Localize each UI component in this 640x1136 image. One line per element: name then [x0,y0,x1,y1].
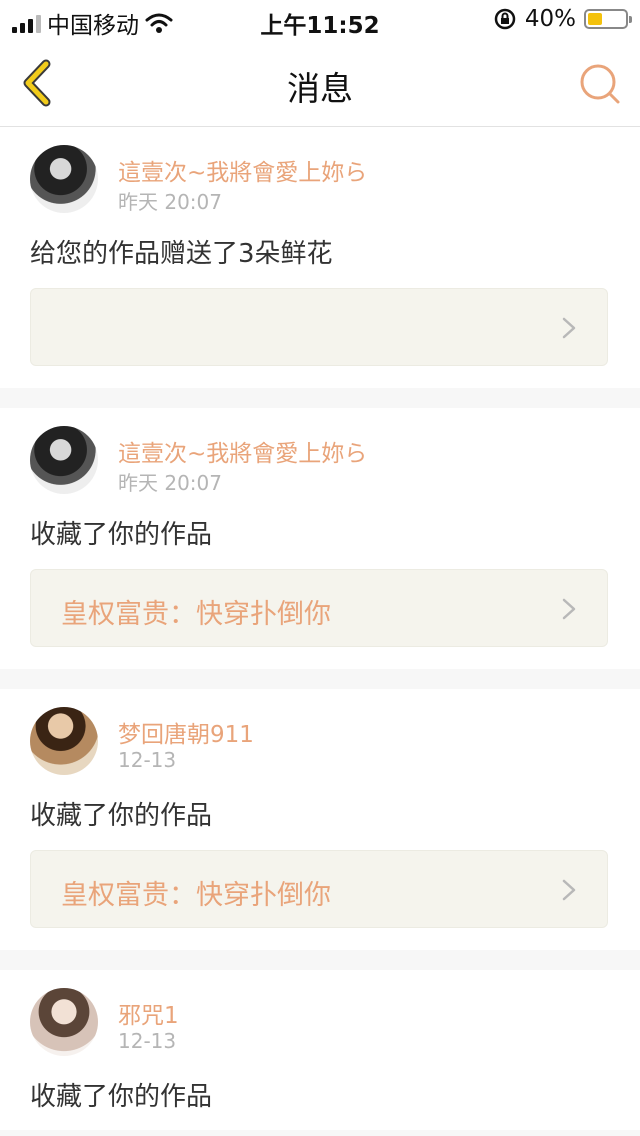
avatar[interactable] [30,426,98,494]
avatar[interactable] [30,988,98,1056]
timestamp: 12-13 [118,1029,177,1053]
battery-icon [584,9,632,29]
username[interactable]: 邪咒1 [118,996,179,1030]
timestamp: 昨天 20:07 [118,471,222,495]
action-text: 收藏了你的作品 [30,801,213,831]
work-link[interactable] [30,288,608,366]
action-text: 收藏了你的作品 [30,520,213,550]
work-title: 皇权富贵：快穿扑倒你 [61,599,331,630]
navigation-bar: 消息 [0,40,640,127]
status-right: 40% [493,6,632,32]
avatar[interactable] [30,707,98,775]
battery-fill [588,13,603,25]
chevron-right-icon [562,598,576,620]
action-text: 给您的作品赠送了3朵鲜花 [30,239,333,269]
timestamp: 12-13 [118,748,177,772]
message-item: 梦回唐朝911 12-13 收藏了你的作品 皇权富贵：快穿扑倒你 [0,689,640,950]
avatar[interactable] [30,145,98,213]
work-link[interactable]: 皇权富贵：快穿扑倒你 [30,850,608,928]
message-item: 邪咒1 12-13 收藏了你的作品 [0,970,640,1130]
username[interactable]: 這壹次~我將會愛上妳ら [118,434,367,468]
rotation-lock-icon [494,8,516,30]
message-item: 這壹次~我將會愛上妳ら 昨天 20:07 收藏了你的作品 皇权富贵：快穿扑倒你 [0,408,640,669]
action-text: 收藏了你的作品 [30,1082,213,1112]
search-icon[interactable] [578,62,622,106]
chevron-right-icon [562,879,576,901]
work-title: 皇权富贵：快穿扑倒你 [61,880,331,911]
battery-percent: 40% [524,6,576,32]
page-title: 消息 [287,69,353,108]
status-bar: 中国移动 上午11:52 40% [0,0,640,40]
message-list: 這壹次~我將會愛上妳ら 昨天 20:07 给您的作品赠送了3朵鲜花 這壹次~我將… [0,127,640,1130]
timestamp: 昨天 20:07 [118,190,222,214]
message-item: 這壹次~我將會愛上妳ら 昨天 20:07 给您的作品赠送了3朵鲜花 [0,127,640,388]
username[interactable]: 這壹次~我將會愛上妳ら [118,153,367,187]
work-link[interactable]: 皇权富贵：快穿扑倒你 [30,569,608,647]
chevron-right-icon [562,317,576,339]
username[interactable]: 梦回唐朝911 [118,715,254,749]
